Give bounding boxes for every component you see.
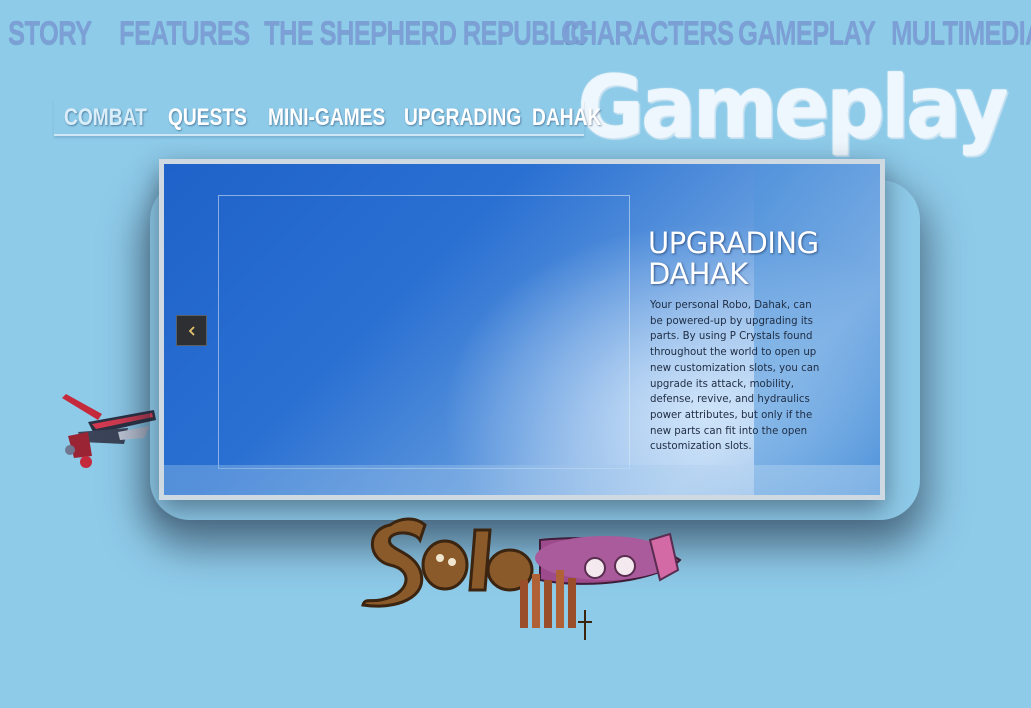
slide-image-frame xyxy=(218,195,630,469)
subnav-item-mini-games[interactable]: MINI-GAMES xyxy=(268,104,385,132)
subnav-item-upgrading-dahak[interactable]: UPGRADING DAHAK xyxy=(404,104,601,132)
nav-item-story[interactable]: STORY xyxy=(8,14,92,52)
airship-plane-image xyxy=(62,394,156,468)
nav-item-gameplay[interactable]: GAMEPLAY xyxy=(738,14,876,52)
nav-item-characters[interactable]: CHARACTERS xyxy=(561,14,734,52)
slide-upgrading-dahak: UPGRADING DAHAK Your personal Robo, Daha… xyxy=(164,164,880,495)
page-title: Gameplay xyxy=(578,58,1009,158)
nav-item-multimedia[interactable]: MULTIMEDIA xyxy=(891,14,1031,52)
nav-item-shepherd-republic[interactable]: THE SHEPHERD REPUBLIC xyxy=(264,14,589,52)
gameplay-slider: UPGRADING DAHAK Your personal Robo, Daha… xyxy=(159,159,885,500)
slide-heading: UPGRADING DAHAK xyxy=(648,226,819,291)
sub-nav: COMBAT QUESTS MINI-GAMES UPGRADING DAHAK xyxy=(54,100,601,136)
subnav-item-combat[interactable]: COMBAT xyxy=(64,104,147,132)
chevron-left-icon xyxy=(188,325,195,336)
slider-prev-button[interactable] xyxy=(176,315,207,346)
nav-item-features[interactable]: FEATURES xyxy=(119,14,250,52)
slide-description: Your personal Robo, Dahak, can be powere… xyxy=(650,300,820,453)
game-logo-image xyxy=(361,517,682,640)
main-nav: STORY FEATURES THE SHEPHERD REPUBLIC CHA… xyxy=(0,14,1031,58)
subnav-item-quests[interactable]: QUESTS xyxy=(168,104,247,132)
